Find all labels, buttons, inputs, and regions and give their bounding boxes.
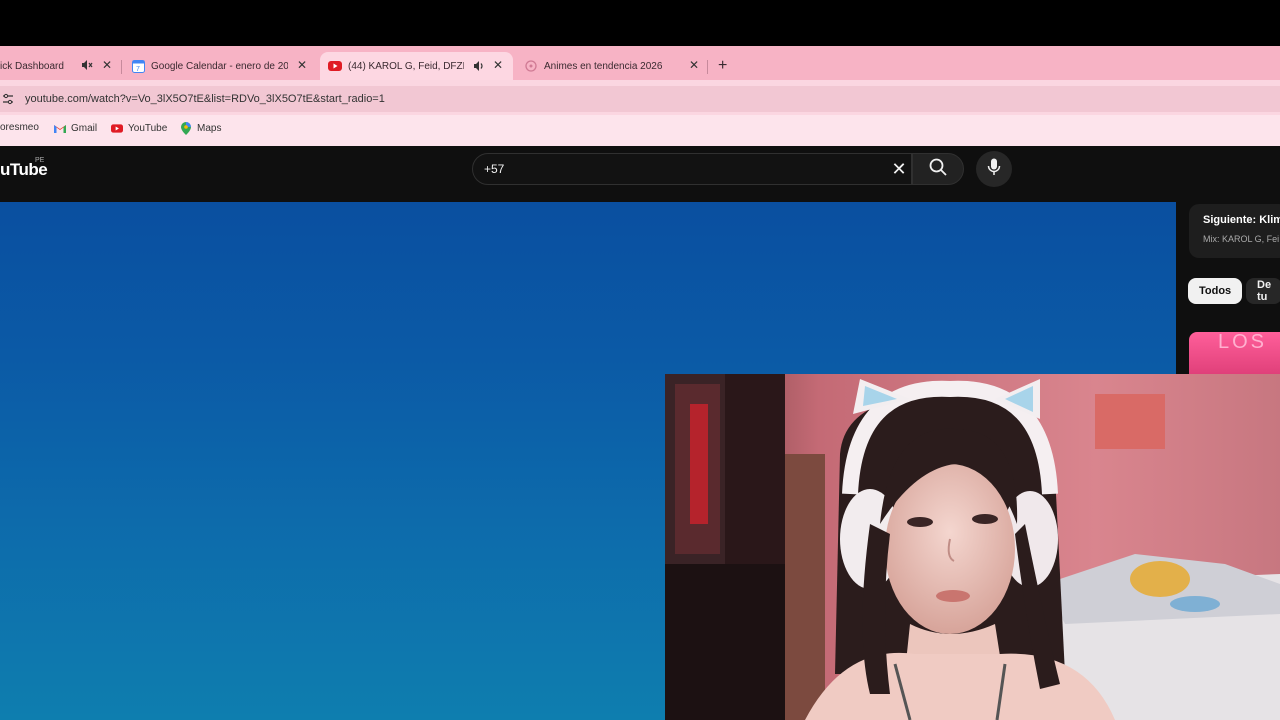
search-button[interactable] <box>912 153 964 185</box>
tab-title: Google Calendar - enero de 20 <box>151 60 288 72</box>
close-icon[interactable]: ✕ <box>102 58 112 72</box>
tab-title: ick Dashboard <box>0 60 64 72</box>
speaker-icon[interactable] <box>473 60 485 72</box>
close-icon[interactable]: ✕ <box>689 58 699 72</box>
tab-title: (44) KAROL G, Feid, DFZM <box>348 60 464 72</box>
search-box[interactable] <box>472 153 912 185</box>
webcam-overlay <box>665 374 1280 720</box>
bookmark-label: YouTube <box>128 122 168 134</box>
search-input[interactable]: +57 <box>484 162 504 176</box>
calendar-icon: 7 <box>131 59 145 73</box>
chip-de-tu[interactable]: De tu <box>1246 278 1280 304</box>
country-code: PE <box>35 157 45 164</box>
svg-text:7: 7 <box>136 66 140 73</box>
url-text[interactable]: youtube.com/watch?v=Vo_3lX5O7tE&list=RDV… <box>25 93 385 105</box>
chip-todos[interactable]: Todos <box>1188 278 1243 304</box>
new-tab-button[interactable]: + <box>718 52 734 80</box>
youtube-icon <box>111 122 123 134</box>
voice-search-button[interactable] <box>976 151 1012 187</box>
close-icon[interactable]: ✕ <box>297 58 307 72</box>
tab-google-calendar[interactable]: 7 Google Calendar - enero de 20 ✕ <box>131 52 315 80</box>
bookmark-youtube[interactable]: YouTube <box>111 122 167 134</box>
maps-icon <box>180 121 192 135</box>
up-next-title: Siguiente: Klim <box>1203 214 1280 226</box>
search-icon <box>929 158 947 181</box>
youtube-icon <box>328 59 342 73</box>
tab-title: Animes en tendencia 2026 <box>544 60 663 72</box>
up-next-subtitle: Mix: KAROL G, Fei <box>1203 234 1280 244</box>
bookmark-oresmeo[interactable]: oresmeo <box>0 122 39 133</box>
bookmark-gmail[interactable]: Gmail <box>54 122 97 134</box>
close-icon[interactable]: ✕ <box>493 58 503 72</box>
bookmark-label: oresmeo <box>0 122 39 133</box>
microphone-icon <box>987 158 1001 181</box>
bookmark-label: Maps <box>197 122 222 134</box>
tab-youtube-active[interactable]: (44) KAROL G, Feid, DFZM ✕ <box>320 52 513 80</box>
tab-bar: ick Dashboard ✕ 7 Google Calendar - ener… <box>0 46 1280 80</box>
window-top-strip <box>0 0 1280 46</box>
gmail-icon <box>54 122 66 134</box>
up-next-card[interactable] <box>1189 204 1280 258</box>
tab-dashboard[interactable]: ick Dashboard ✕ <box>0 52 118 80</box>
mute-icon[interactable] <box>81 59 93 71</box>
globe-icon <box>524 59 538 73</box>
site-settings-icon[interactable] <box>2 92 14 105</box>
thumbnail-text: LOS <box>1218 331 1268 353</box>
tab-separator <box>707 60 708 74</box>
bookmark-label: Gmail <box>71 122 98 134</box>
webcam-image <box>665 374 1280 720</box>
clear-search-button[interactable]: ✕ <box>885 155 913 183</box>
bookmark-maps[interactable]: Maps <box>180 121 222 135</box>
tab-animes[interactable]: Animes en tendencia 2026 ✕ <box>524 52 704 80</box>
tab-separator <box>121 60 122 74</box>
plus-icon: + <box>718 57 728 74</box>
